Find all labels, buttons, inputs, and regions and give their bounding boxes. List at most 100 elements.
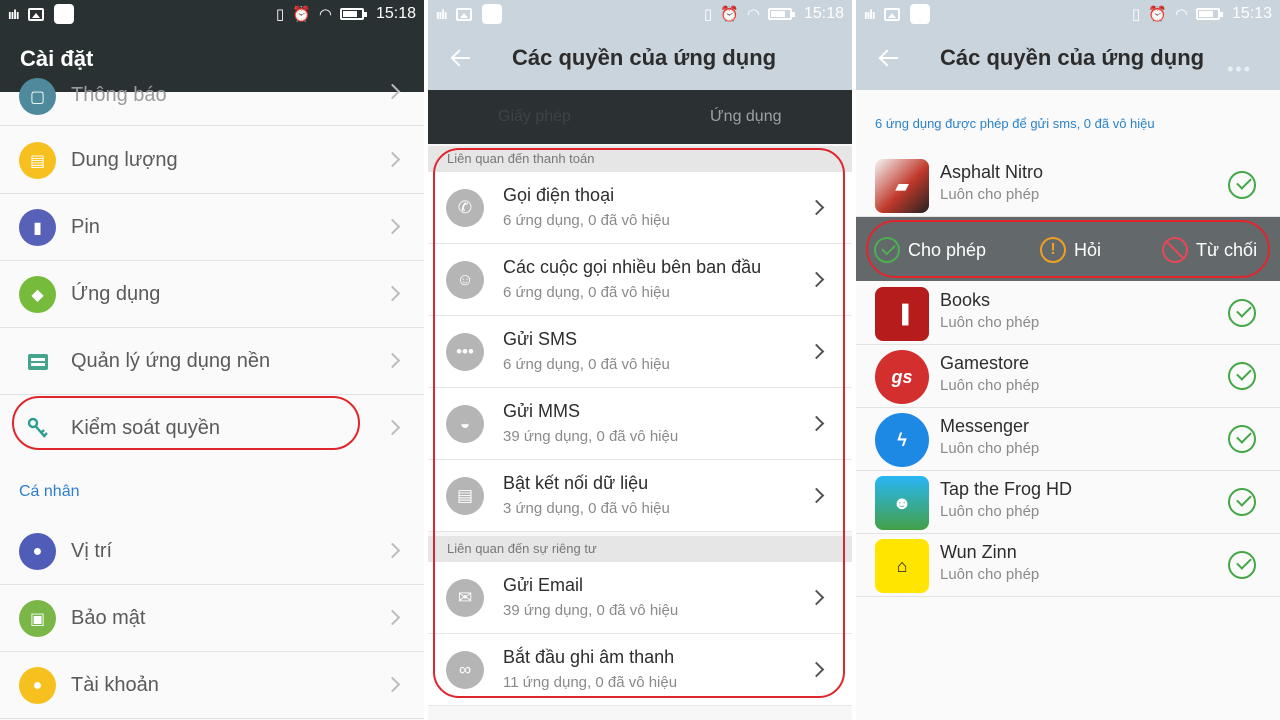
vibrate-icon: ▯ [275, 6, 285, 23]
status-bar: ıılı ▯ ⏰ ◠ 15:13 [856, 0, 1280, 28]
check-circle-icon [1228, 362, 1256, 390]
app-permission-status: Luôn cho phép [940, 503, 1040, 520]
app-permission-status: Luôn cho phép [940, 186, 1040, 203]
permission-info-text: 6 ứng dụng được phép để gửi sms, 0 đã vô… [875, 116, 1155, 131]
app-row-gamestore[interactable]: gs Gamestore Luôn cho phép [856, 345, 1280, 408]
settings-item-battery[interactable]: ▮ Pin [0, 194, 424, 261]
app-permission-screen: ıılı ▯ ⏰ ◠ 15:13 Các quyền của ứng dụng … [856, 0, 1280, 720]
settings-item-label: Dung lượng [71, 149, 178, 171]
app-notification-icon [54, 4, 75, 24]
screenshot-collage: ıılı ▯ ⏰ ◠ 15:18 Cài đặt ▢ Thông báo ▤ D… [0, 0, 1280, 720]
wun-zinn-icon: ⌂ [875, 539, 929, 593]
app-name: Asphalt Nitro [940, 162, 1044, 182]
settings-item-label: Tài khoản [71, 674, 159, 696]
chevron-right-icon [384, 609, 401, 626]
account-icon: ● [19, 667, 56, 704]
settings-item-label: Quản lý ứng dụng nền [71, 350, 271, 372]
highlight-ellipse [433, 148, 845, 698]
settings-item-location[interactable]: ● Vị trí [0, 518, 424, 585]
books-icon: ▐ [875, 287, 929, 341]
check-circle-icon [1228, 488, 1256, 516]
settings-screen: ıılı ▯ ⏰ ◠ 15:18 Cài đặt ▢ Thông báo ▤ D… [0, 0, 424, 720]
app-notification-icon [910, 4, 931, 24]
status-bar: ıılı ▯ ⏰ ◠ 15:18 [0, 0, 424, 28]
app-name: Books [940, 290, 991, 310]
signal-icon: ıılı [8, 6, 19, 22]
signal-icon: ıılı [436, 6, 447, 22]
alarm-icon: ⏰ [1148, 6, 1167, 23]
signal-icon: ıılı [864, 6, 875, 22]
android-icon: ◆ [19, 276, 56, 313]
gallery-notification-icon [28, 7, 45, 21]
app-permission-status: Luôn cho phép [940, 440, 1040, 457]
app-name: Gamestore [940, 353, 1030, 373]
check-circle-icon [1228, 299, 1256, 327]
messenger-icon: ϟ [875, 413, 929, 467]
wifi-icon: ◠ [1174, 6, 1188, 23]
page-title: Cài đặt [20, 46, 94, 71]
app-row-asphalt-nitro[interactable]: ▰ Asphalt Nitro Luôn cho phép [856, 154, 1280, 217]
battery-icon: ▮ [19, 209, 56, 246]
settings-item-label: Bảo mật [71, 607, 146, 629]
section-header-personal: Cá nhân [19, 483, 80, 500]
check-circle-icon [1228, 171, 1256, 199]
app-notification-icon [482, 4, 503, 24]
wifi-icon: ◠ [746, 6, 760, 23]
app-row-messenger[interactable]: ϟ Messenger Luôn cho phép [856, 408, 1280, 471]
clock: 15:18 [803, 5, 844, 22]
app-row-wun-zinn[interactable]: ⌂ Wun Zinn Luôn cho phép [856, 534, 1280, 597]
check-circle-icon [1228, 551, 1256, 579]
back-arrow-icon[interactable] [450, 48, 472, 68]
settings-item-label: Ứng dụng [71, 283, 161, 305]
chevron-right-icon [384, 151, 401, 168]
chevron-right-icon [384, 419, 401, 436]
gamestore-icon: gs [875, 350, 929, 404]
settings-item-label: Thông báo [71, 84, 167, 106]
app-name: Wun Zinn [940, 542, 1017, 562]
gallery-notification-icon [884, 7, 901, 21]
clock: 15:13 [1231, 5, 1272, 22]
back-arrow-icon[interactable] [878, 48, 900, 68]
page-title: Các quyền của ứng dụng [940, 45, 1205, 70]
vibrate-icon: ▯ [703, 6, 713, 23]
settings-item-label: Vị trí [71, 540, 113, 562]
app-row-tap-the-frog[interactable]: ☻ Tap the Frog HD Luôn cho phép [856, 471, 1280, 534]
gallery-notification-icon [456, 7, 473, 21]
security-icon: ▣ [19, 600, 56, 637]
battery-status-icon [767, 8, 795, 20]
vibrate-icon: ▯ [1131, 6, 1141, 23]
settings-item-background-apps[interactable]: Quản lý ứng dụng nền [0, 328, 424, 395]
app-row-books[interactable]: ▐ Books Luôn cho phép [856, 282, 1280, 345]
app-name: Messenger [940, 416, 1030, 436]
settings-item-apps[interactable]: ◆ Ứng dụng [0, 261, 424, 328]
chevron-right-icon [384, 676, 401, 693]
alarm-icon: ⏰ [720, 6, 739, 23]
chevron-right-icon [384, 352, 401, 369]
tab-apps[interactable]: Ứng dụng [710, 108, 782, 126]
wifi-icon: ◠ [318, 6, 332, 23]
clock: 15:18 [375, 5, 416, 22]
settings-item-account[interactable]: ● Tài khoản [0, 652, 424, 719]
check-circle-icon [1228, 425, 1256, 453]
chevron-right-icon [384, 542, 401, 559]
chevron-right-icon [384, 218, 401, 235]
app-permission-status: Luôn cho phép [940, 314, 1040, 331]
alarm-icon: ⏰ [292, 6, 311, 23]
app-permission-status: Luôn cho phép [940, 377, 1040, 394]
app-permission-status: Luôn cho phép [940, 566, 1040, 583]
chevron-right-icon [384, 285, 401, 302]
settings-item-security[interactable]: ▣ Bảo mật [0, 585, 424, 652]
storage-icon: ▤ [19, 142, 56, 179]
more-options-icon[interactable]: ••• [1227, 59, 1252, 80]
battery-status-icon [1195, 8, 1223, 20]
battery-status-icon [339, 8, 367, 20]
settings-item-notifications[interactable]: ▢ Thông báo [0, 78, 424, 126]
settings-item-storage[interactable]: ▤ Dung lượng [0, 127, 424, 194]
tab-permissions[interactable]: Giấy phép [498, 108, 571, 126]
permissions-screen: ıılı ▯ ⏰ ◠ 15:18 Các quyền của ứng dụng … [428, 0, 852, 720]
tap-the-frog-icon: ☻ [875, 476, 929, 530]
background-apps-icon [19, 343, 56, 380]
highlight-ellipse [12, 396, 360, 450]
app-name: Tap the Frog HD [940, 479, 1073, 499]
asphalt-nitro-icon: ▰ [875, 159, 929, 213]
